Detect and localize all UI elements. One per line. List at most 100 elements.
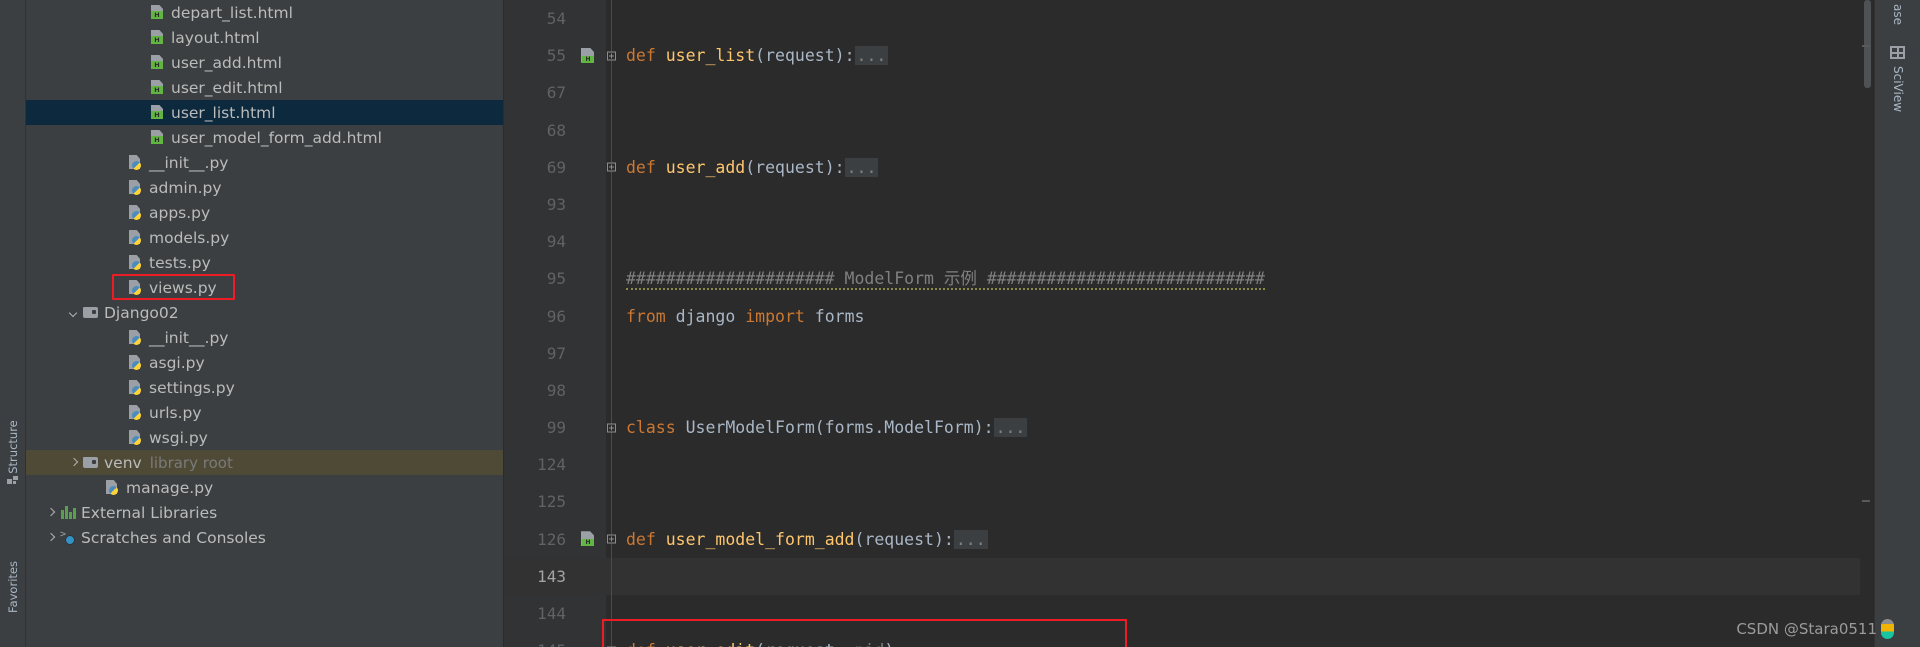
- tree-item[interactable]: depart_list.html: [26, 0, 503, 25]
- tree-item[interactable]: Django02: [26, 300, 503, 325]
- tree-item[interactable]: views.py: [26, 275, 503, 300]
- code-line[interactable]: 99 class UserModelForm(forms.ModelForm):.…: [504, 409, 1920, 447]
- code-token: ...: [854, 46, 889, 66]
- python-file-icon: [127, 429, 144, 446]
- code-lines[interactable]: 54 55 Hdef user_list(request):... 67 68 69 def…: [504, 0, 1920, 647]
- tree-item[interactable]: tests.py: [26, 250, 503, 275]
- html-file-icon: [149, 79, 166, 96]
- fold-gutter[interactable]: [606, 520, 618, 558]
- code-line[interactable]: 54: [504, 0, 1920, 38]
- code-line[interactable]: 143: [504, 557, 1920, 595]
- code-line[interactable]: 126 Hdef user_model_form_add(request):...: [504, 520, 1920, 558]
- fold-gutter[interactable]: [606, 483, 618, 521]
- tree-item[interactable]: wsgi.py: [26, 425, 503, 450]
- tree-item[interactable]: settings.py: [26, 375, 503, 400]
- fold-gutter[interactable]: [606, 148, 618, 186]
- code-line[interactable]: 69 def user_add(request):...: [504, 148, 1920, 186]
- chevron-right-icon[interactable]: [67, 456, 80, 469]
- gutter-spacer: [574, 632, 606, 647]
- tool-button-structure[interactable]: Structure: [6, 420, 20, 474]
- tree-item[interactable]: External Libraries: [26, 500, 503, 525]
- code-line[interactable]: 67: [504, 74, 1920, 112]
- tree-item[interactable]: venv library root: [26, 450, 503, 475]
- code-token: import: [745, 306, 815, 326]
- code-line[interactable]: 124: [504, 446, 1920, 484]
- fold-gutter[interactable]: [606, 632, 618, 647]
- chevron-right-icon[interactable]: [44, 506, 57, 519]
- fold-gutter[interactable]: [606, 595, 618, 633]
- html-template-marker-icon[interactable]: H: [574, 37, 606, 74]
- code-line[interactable]: 96 from django import forms: [504, 297, 1920, 335]
- code-line[interactable]: 93: [504, 185, 1920, 224]
- chevron-down-icon[interactable]: [67, 306, 80, 319]
- tree-item[interactable]: user_list.html: [26, 100, 503, 125]
- tree-item[interactable]: __init__.py: [26, 150, 503, 175]
- tree-item[interactable]: models.py: [26, 225, 503, 250]
- fold-gutter[interactable]: [606, 74, 618, 112]
- tree-item-label: layout.html: [171, 28, 260, 47]
- fold-gutter[interactable]: [606, 111, 618, 149]
- fold-gutter[interactable]: [606, 37, 618, 75]
- fold-gutter[interactable]: [606, 371, 618, 410]
- project-tree-panel: depart_list.html layout.html user_add.html…: [26, 0, 504, 647]
- tree-item-label: venv: [104, 453, 142, 472]
- code-line[interactable]: 144: [504, 595, 1920, 633]
- code-token: (: [755, 46, 766, 66]
- tree-item[interactable]: apps.py: [26, 200, 503, 225]
- stripe-mark[interactable]: [1862, 45, 1870, 47]
- editor-scrollbar[interactable]: [1860, 0, 1874, 647]
- tree-item-label: admin.py: [149, 178, 222, 197]
- tool-button-sciview[interactable]: SciView: [1891, 66, 1905, 112]
- code-line[interactable]: 55 Hdef user_list(request):...: [504, 37, 1920, 75]
- code-line[interactable]: 145 def user_edit(request, nid):: [504, 632, 1920, 647]
- tree-item-label: urls.py: [149, 403, 202, 422]
- fold-gutter[interactable]: [606, 446, 618, 484]
- tool-button-favorites[interactable]: Favorites: [6, 561, 20, 613]
- fold-gutter[interactable]: [606, 0, 618, 38]
- line-number: 124: [537, 455, 566, 475]
- tree-item[interactable]: __init__.py: [26, 325, 503, 350]
- fold-gutter[interactable]: [606, 260, 618, 298]
- tree-item[interactable]: user_add.html: [26, 50, 503, 75]
- tree-item[interactable]: asgi.py: [26, 350, 503, 375]
- html-file-icon: [149, 29, 166, 46]
- line-number: 55: [546, 46, 566, 66]
- html-template-marker-icon[interactable]: H: [574, 521, 606, 558]
- tree-item[interactable]: layout.html: [26, 25, 503, 50]
- fold-gutter[interactable]: [606, 185, 618, 224]
- python-file-icon: [127, 379, 144, 396]
- code-token: ##################### ModelForm 示例 #####…: [626, 269, 1265, 291]
- code-line[interactable]: 94: [504, 223, 1920, 261]
- code-editor[interactable]: 54 55 Hdef user_list(request):... 67 68 69 def…: [504, 0, 1920, 647]
- tree-item-label: user_edit.html: [171, 78, 283, 97]
- fold-gutter[interactable]: [606, 297, 618, 335]
- chevron-right-icon[interactable]: [44, 531, 57, 544]
- fold-gutter[interactable]: [606, 334, 618, 372]
- tree-item[interactable]: user_model_form_add.html: [26, 125, 503, 150]
- gutter-spacer: [574, 223, 606, 260]
- tool-button-database[interactable]: ase: [1891, 4, 1905, 25]
- html-file-icon: [149, 129, 166, 146]
- left-tool-strip: Structure Favorites: [0, 0, 26, 647]
- fold-gutter[interactable]: [606, 409, 618, 447]
- fold-gutter[interactable]: [606, 223, 618, 261]
- library-icon: [59, 504, 76, 521]
- tree-item[interactable]: urls.py: [26, 400, 503, 425]
- code-token: def: [626, 529, 666, 549]
- scrollbar-thumb[interactable]: [1864, 0, 1871, 88]
- python-file-icon: [127, 329, 144, 346]
- code-token: (: [755, 641, 765, 647]
- code-token: request: [864, 529, 934, 549]
- code-line[interactable]: 68: [504, 111, 1920, 149]
- code-line[interactable]: 95 ##################### ModelForm 示例 ###…: [504, 260, 1920, 298]
- code-line[interactable]: 125: [504, 483, 1920, 521]
- tree-item[interactable]: manage.py: [26, 475, 503, 500]
- code-line[interactable]: 98: [504, 371, 1920, 410]
- code-line[interactable]: 97: [504, 334, 1920, 372]
- fold-gutter[interactable]: [606, 557, 618, 595]
- tree-item[interactable]: user_edit.html: [26, 75, 503, 100]
- stripe-mark[interactable]: [1862, 500, 1870, 502]
- tree-item[interactable]: Scratches and Consoles: [26, 525, 503, 550]
- tree-item[interactable]: admin.py: [26, 175, 503, 200]
